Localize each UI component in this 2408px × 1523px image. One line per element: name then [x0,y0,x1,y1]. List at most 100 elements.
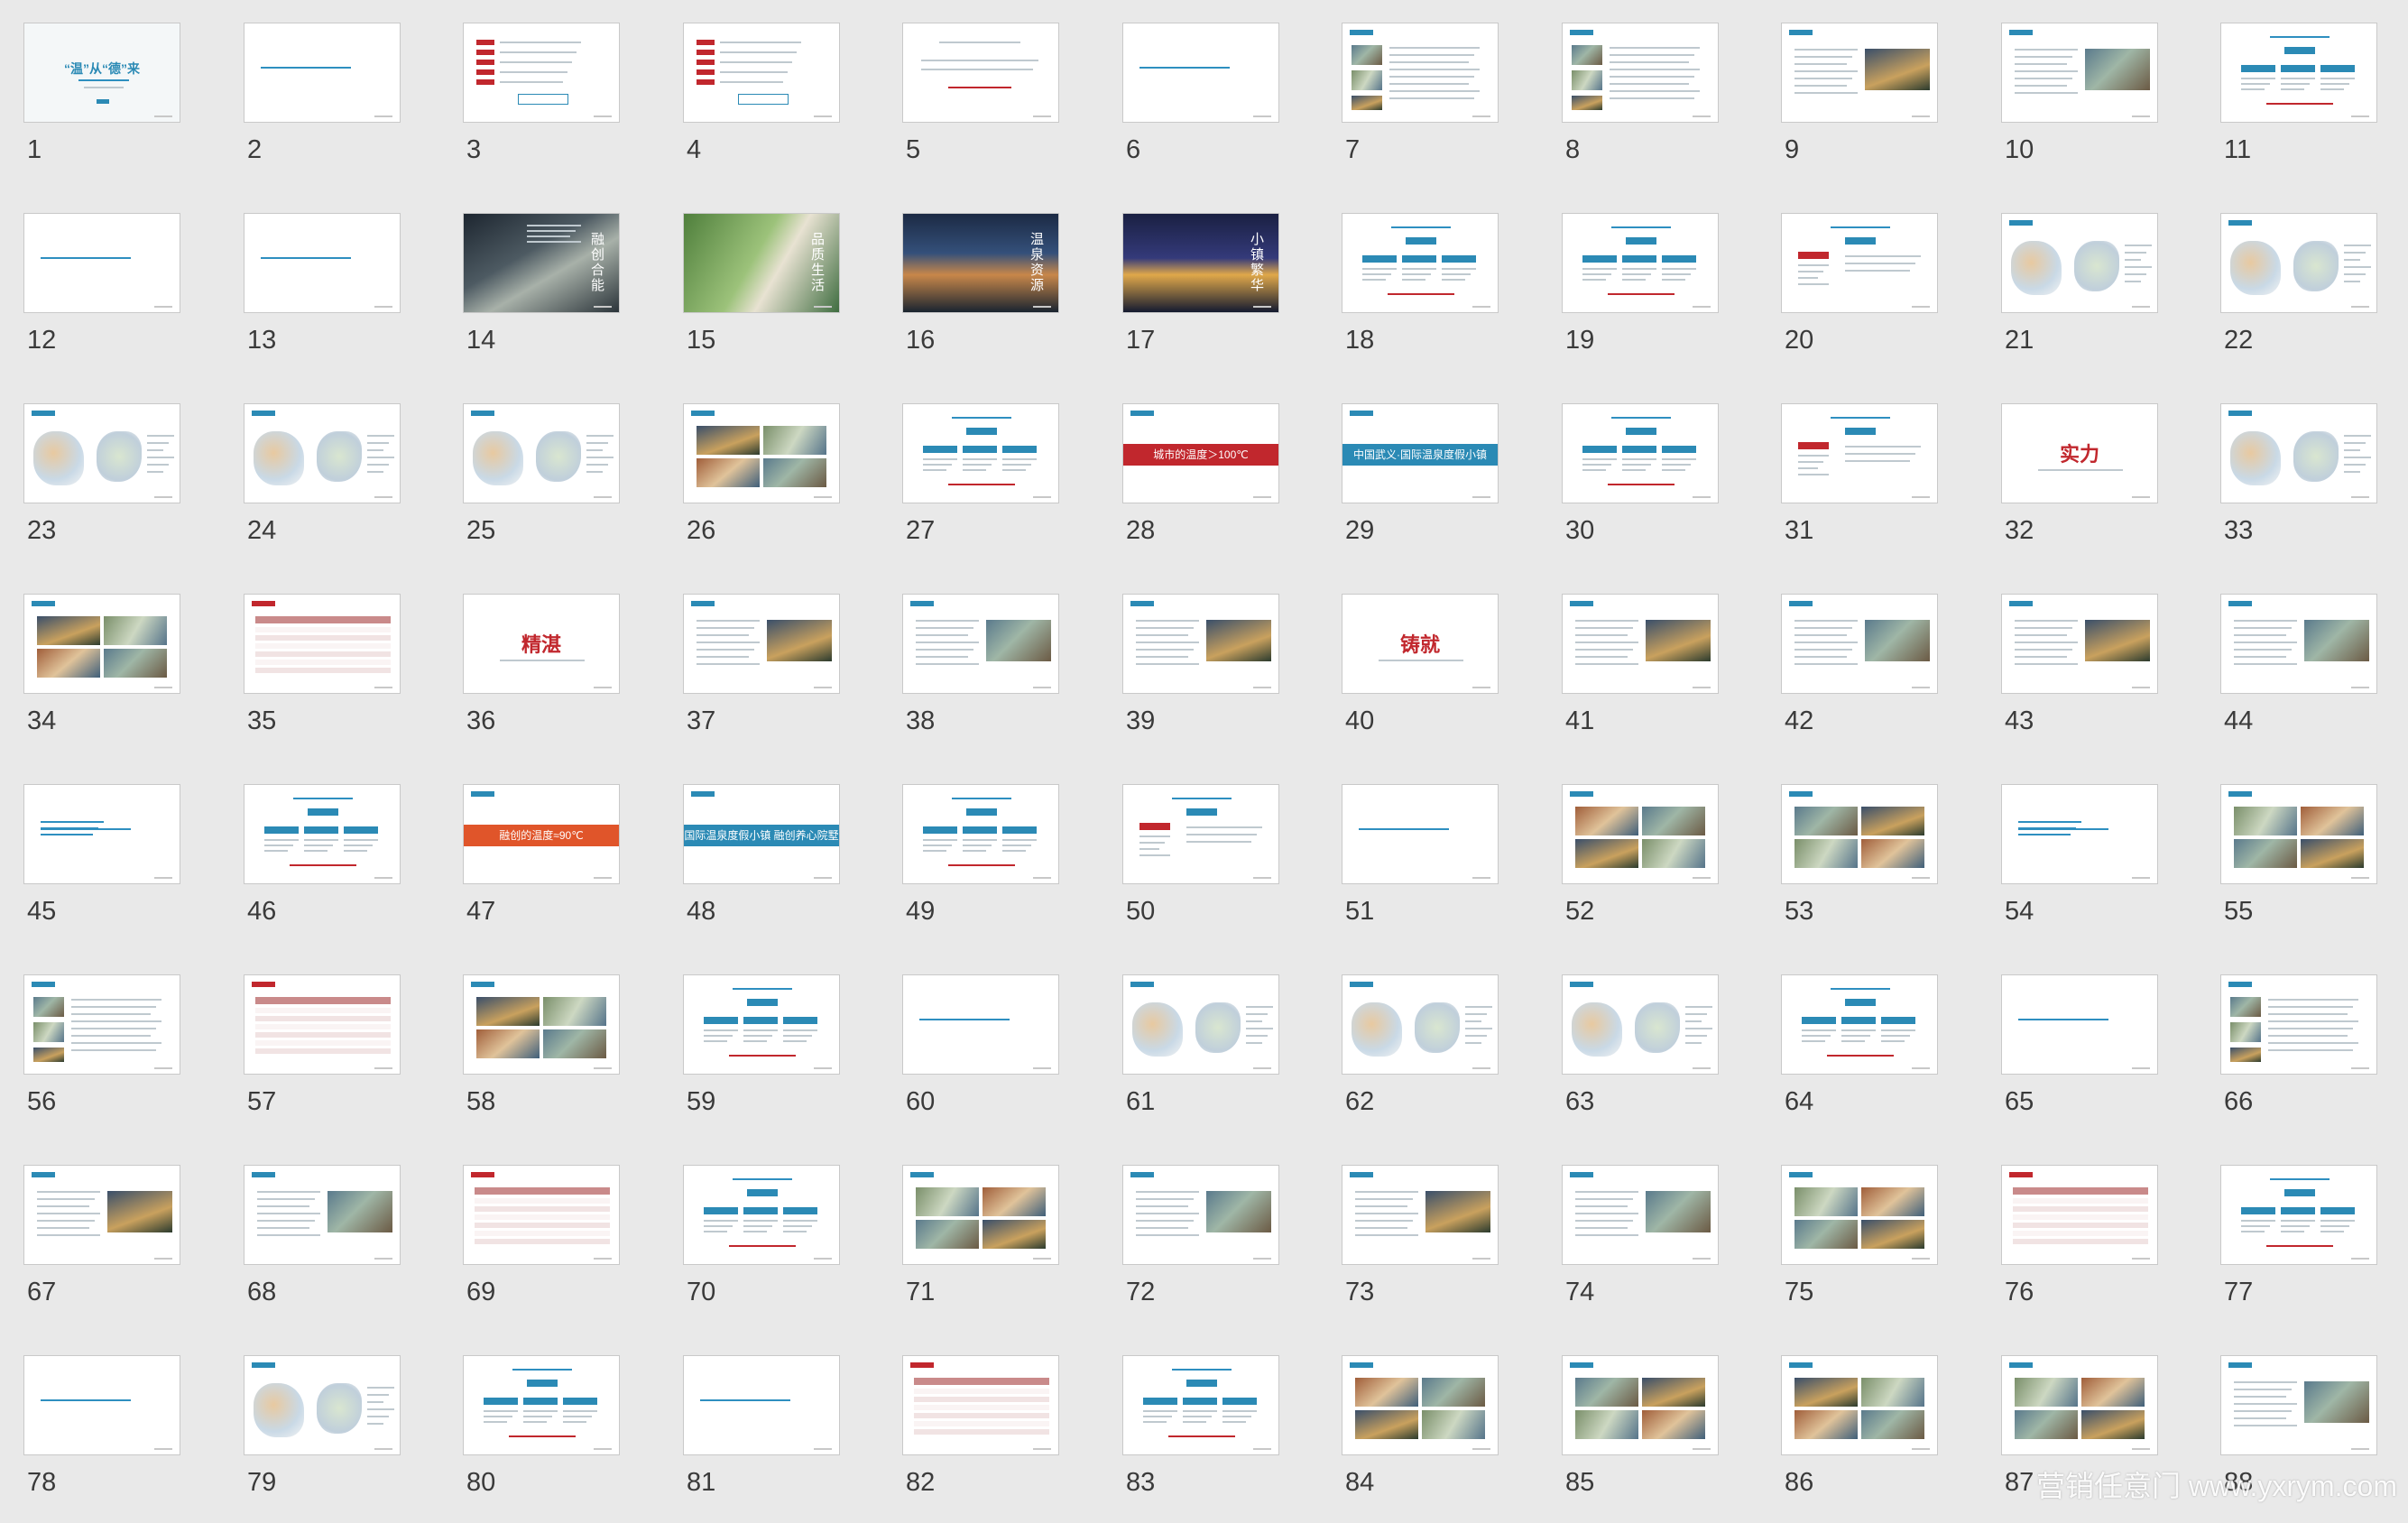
slide-preview[interactable]: “温”从“德”来 [23,23,180,123]
slide-thumbnail-22[interactable]: 22 [2197,190,2408,381]
slide-preview[interactable] [2220,784,2377,884]
slide-thumbnail-36[interactable]: 精湛 36 [439,571,660,762]
slide-thumbnail-2[interactable]: 2 [220,0,440,190]
slide-preview[interactable]: 融创的温度≈90℃ [463,784,620,884]
slide-thumbnail-40[interactable]: 铸就 40 [1318,571,1538,762]
slide-thumbnail-55[interactable]: 55 [2197,762,2408,952]
slide-preview[interactable] [1781,23,1938,123]
slide-thumbnail-51[interactable]: 51 [1318,762,1538,952]
slide-preview[interactable]: 实力 [2001,403,2158,503]
slide-preview[interactable] [1122,784,1279,884]
slide-preview[interactable]: 温泉资源 [902,213,1059,313]
slide-thumbnail-7[interactable]: 7 [1318,0,1538,190]
slide-preview[interactable] [683,974,840,1075]
slide-preview[interactable] [683,1355,840,1455]
slide-thumbnail-49[interactable]: 49 [879,762,1099,952]
slide-thumbnail-77[interactable]: 77 [2197,1142,2408,1333]
slide-thumbnail-85[interactable]: 85 [1538,1333,1758,1523]
slide-thumbnail-42[interactable]: 42 [1758,571,1978,762]
slide-thumbnail-38[interactable]: 38 [879,571,1099,762]
slide-preview[interactable] [1122,23,1279,123]
slide-thumbnail-56[interactable]: 56 [0,952,220,1142]
slide-preview[interactable] [463,974,620,1075]
slide-thumbnail-15[interactable]: 品质生活 15 [660,190,880,381]
slide-thumbnail-17[interactable]: 小镇繁华 17 [1099,190,1319,381]
slide-preview[interactable] [1562,403,1719,503]
slide-preview[interactable] [2220,403,2377,503]
slide-thumbnail-52[interactable]: 52 [1538,762,1758,952]
slide-thumbnail-5[interactable]: 5 [879,0,1099,190]
slide-thumbnail-62[interactable]: 62 [1318,952,1538,1142]
slide-thumbnail-16[interactable]: 温泉资源 16 [879,190,1099,381]
slide-preview[interactable] [23,1355,180,1455]
slide-thumbnail-12[interactable]: 12 [0,190,220,381]
slide-thumbnail-10[interactable]: 10 [1978,0,2198,190]
slide-preview[interactable] [902,1165,1059,1265]
slide-preview[interactable] [902,784,1059,884]
slide-preview[interactable] [2001,23,2158,123]
slide-thumbnail-48[interactable]: 国际温泉度假小镇 融创养心院墅 48 [660,762,880,952]
slide-preview[interactable] [2220,594,2377,694]
slide-thumbnail-73[interactable]: 73 [1318,1142,1538,1333]
slide-preview[interactable]: 国际温泉度假小镇 融创养心院墅 [683,784,840,884]
slide-preview[interactable] [902,974,1059,1075]
slide-preview[interactable] [1342,23,1499,123]
slide-preview[interactable] [23,974,180,1075]
slide-preview[interactable] [2220,23,2377,123]
slide-preview[interactable] [1342,213,1499,313]
slide-preview[interactable] [244,1165,401,1265]
slide-thumbnail-39[interactable]: 39 [1099,571,1319,762]
slide-thumbnail-81[interactable]: 81 [660,1333,880,1523]
slide-preview[interactable] [244,403,401,503]
slide-thumbnail-9[interactable]: 9 [1758,0,1978,190]
slide-thumbnail-1[interactable]: “温”从“德”来 1 [0,0,220,190]
slide-preview[interactable] [2001,594,2158,694]
slide-preview[interactable] [244,1355,401,1455]
slide-thumbnail-18[interactable]: 18 [1318,190,1538,381]
slide-preview[interactable] [2220,213,2377,313]
slide-thumbnail-21[interactable]: 21 [1978,190,2198,381]
slide-preview[interactable] [244,594,401,694]
slide-thumbnail-71[interactable]: 71 [879,1142,1099,1333]
slide-thumbnail-66[interactable]: 66 [2197,952,2408,1142]
slide-thumbnail-83[interactable]: 83 [1099,1333,1319,1523]
slide-preview[interactable] [1781,1355,1938,1455]
slide-preview[interactable] [244,784,401,884]
slide-preview[interactable] [463,403,620,503]
slide-preview[interactable] [23,594,180,694]
slide-preview[interactable] [23,784,180,884]
slide-preview[interactable]: 中国武义·国际温泉度假小镇 [1342,403,1499,503]
slide-preview[interactable] [1781,213,1938,313]
slide-preview[interactable]: 铸就 [1342,594,1499,694]
slide-preview[interactable] [902,23,1059,123]
slide-preview[interactable] [1781,974,1938,1075]
slide-preview[interactable] [1562,1165,1719,1265]
slide-preview[interactable] [1122,1165,1279,1265]
slide-thumbnail-27[interactable]: 27 [879,381,1099,571]
slide-preview[interactable] [2220,1355,2377,1455]
slide-preview[interactable] [463,1165,620,1265]
slide-thumbnail-84[interactable]: 84 [1318,1333,1538,1523]
slide-preview[interactable] [1342,1165,1499,1265]
slide-thumbnail-30[interactable]: 30 [1538,381,1758,571]
slide-thumbnail-75[interactable]: 75 [1758,1142,1978,1333]
slide-thumbnail-19[interactable]: 19 [1538,190,1758,381]
slide-preview[interactable] [23,213,180,313]
slide-preview[interactable] [23,403,180,503]
slide-thumbnail-3[interactable]: 3 [439,0,660,190]
slide-thumbnail-70[interactable]: 70 [660,1142,880,1333]
slide-thumbnail-13[interactable]: 13 [220,190,440,381]
slide-preview[interactable] [23,1165,180,1265]
slide-thumbnail-54[interactable]: 54 [1978,762,2198,952]
slide-thumbnail-61[interactable]: 61 [1099,952,1319,1142]
slide-preview[interactable] [902,1355,1059,1455]
slide-thumbnail-67[interactable]: 67 [0,1142,220,1333]
slide-thumbnail-68[interactable]: 68 [220,1142,440,1333]
slide-thumbnail-37[interactable]: 37 [660,571,880,762]
slide-preview[interactable] [463,1355,620,1455]
slide-preview[interactable] [2001,974,2158,1075]
slide-preview[interactable] [2001,1165,2158,1265]
slide-thumbnail-28[interactable]: 城市的温度＞100℃ 28 [1099,381,1319,571]
slide-thumbnail-43[interactable]: 43 [1978,571,2198,762]
slide-thumbnail-86[interactable]: 86 [1758,1333,1978,1523]
